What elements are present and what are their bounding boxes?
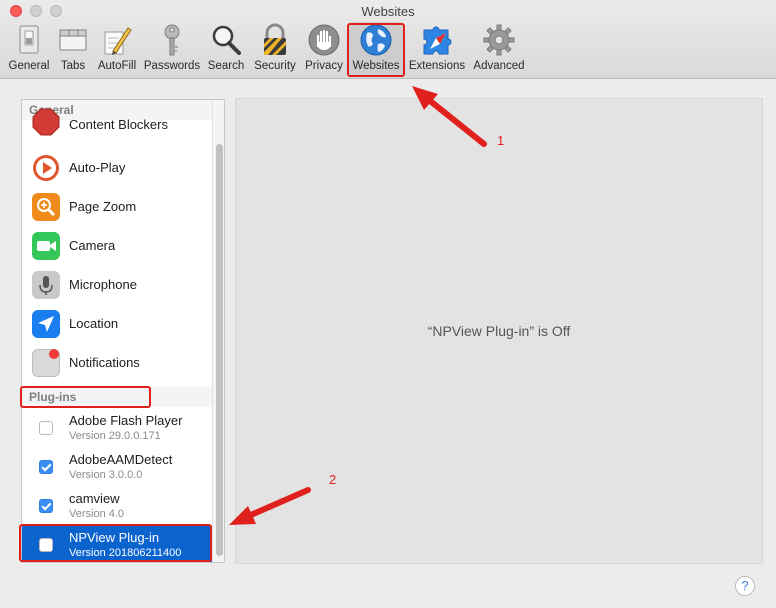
annotation-arrow-1 [412,86,487,147]
annotation-number-2: 2 [329,472,337,487]
help-button[interactable]: ? [735,576,755,596]
annotation-number-1: 1 [497,133,505,148]
annotation-arrows [229,86,487,525]
annotation-arrow-2 [229,487,311,525]
